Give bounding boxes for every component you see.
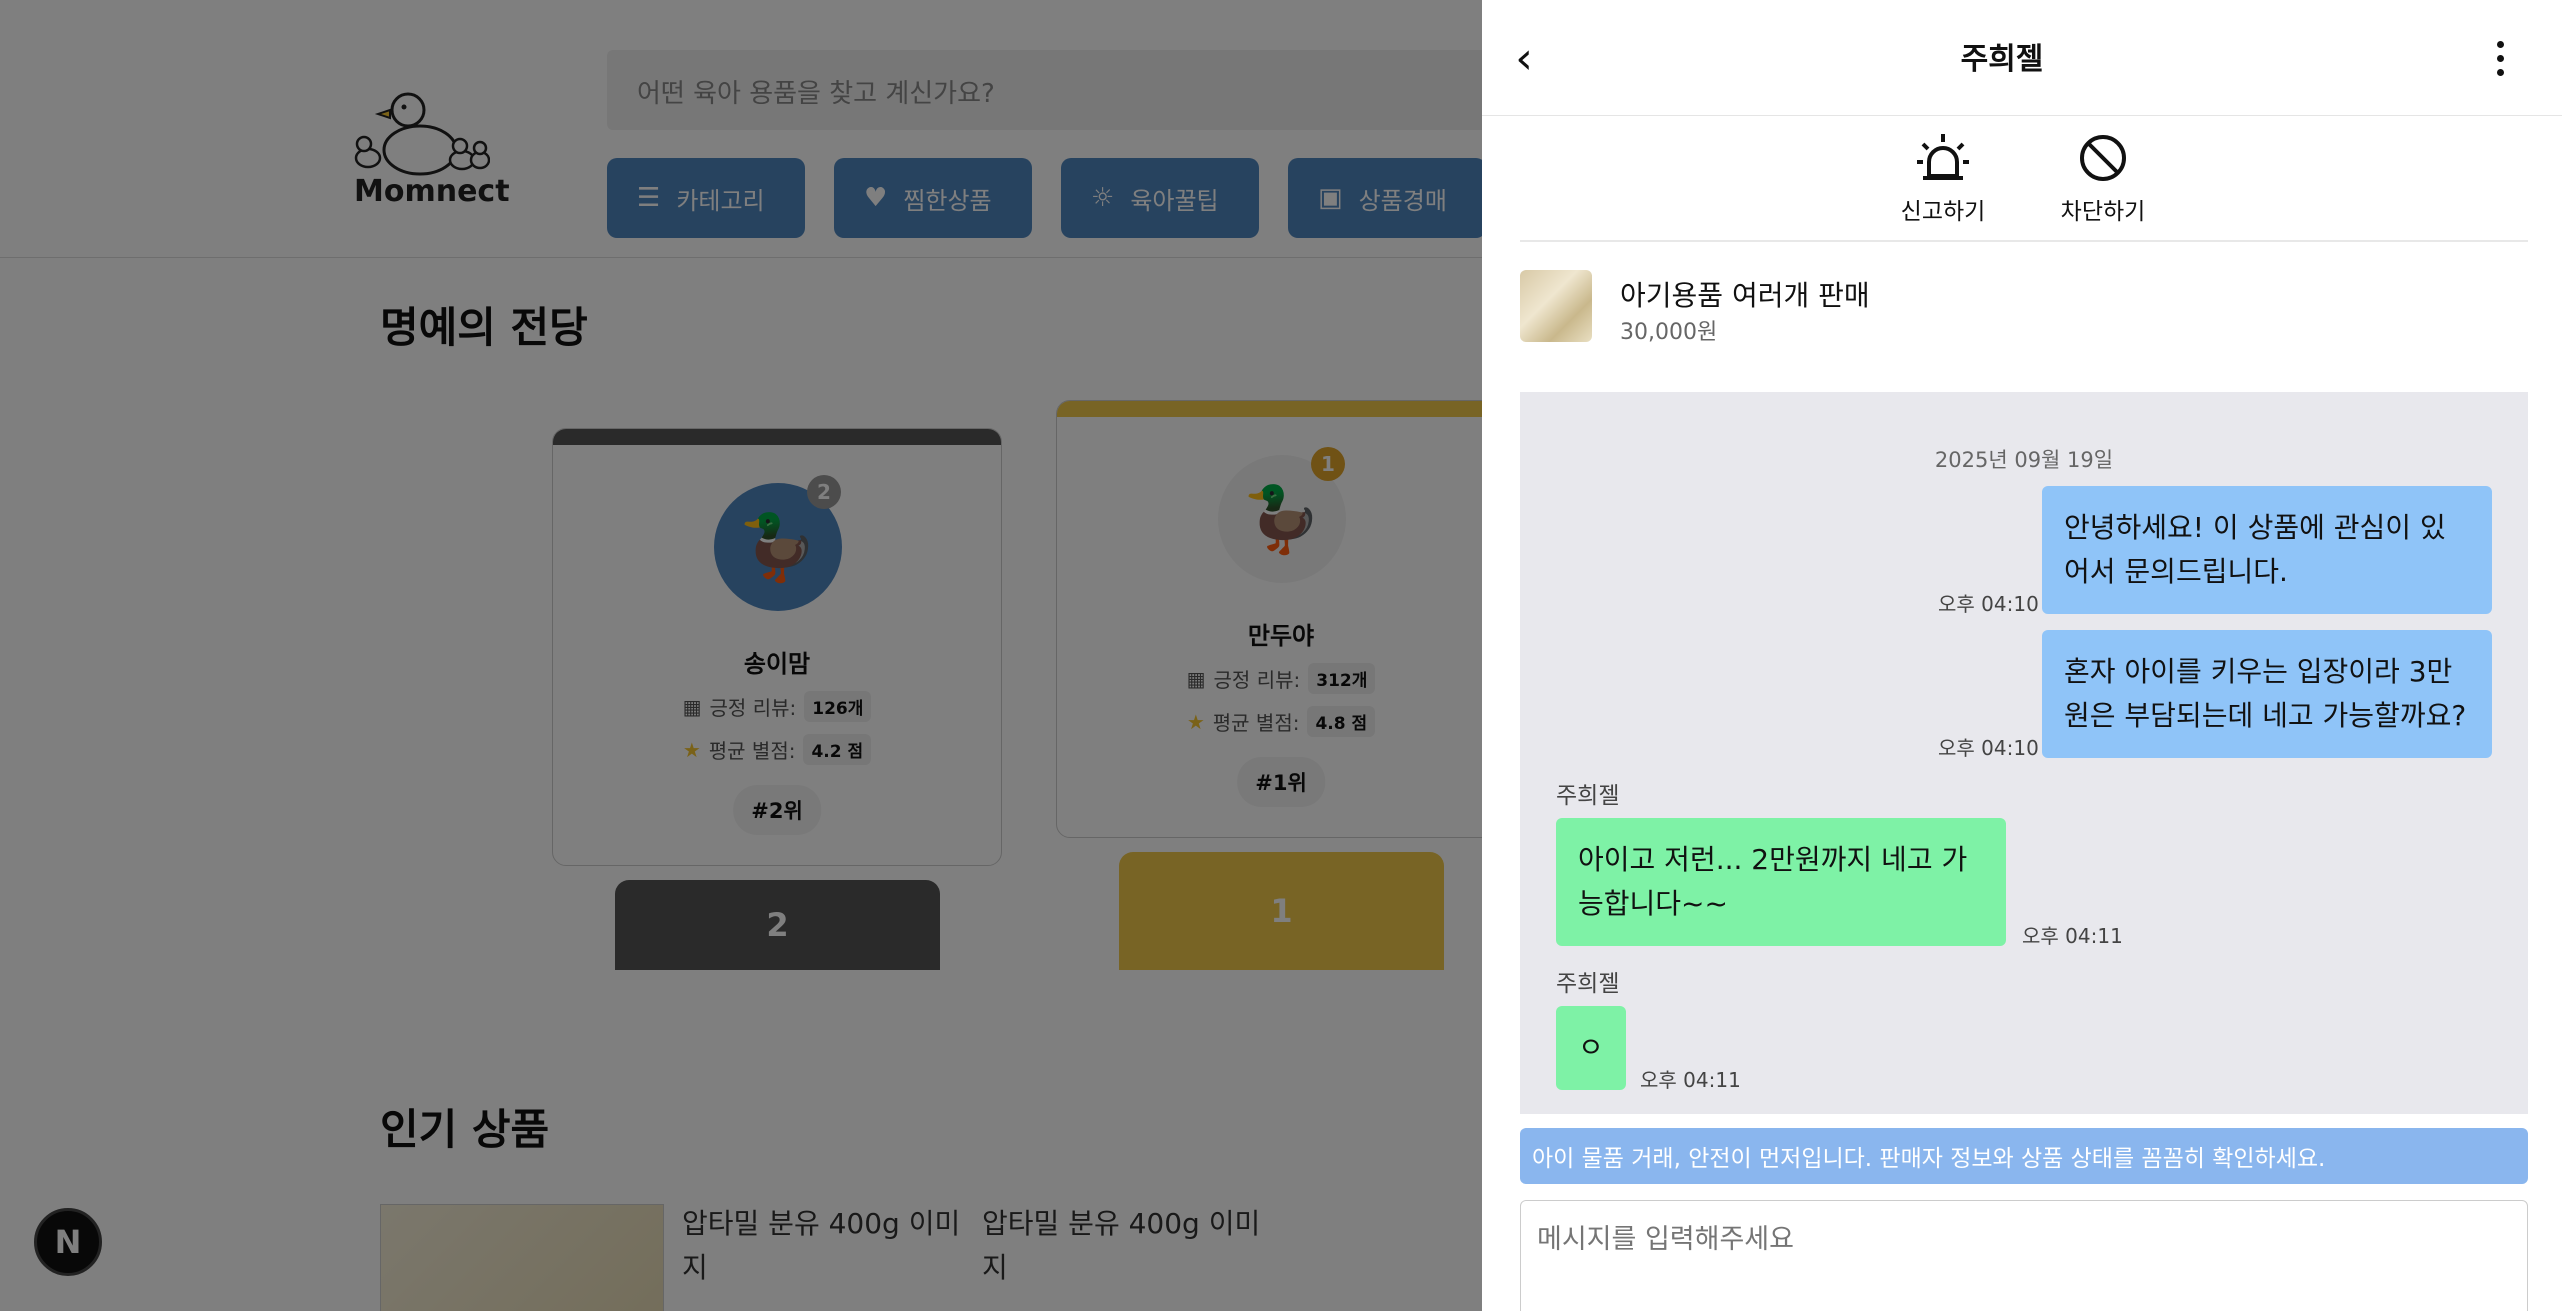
modal-backdrop[interactable]: [0, 0, 1482, 1311]
product-title[interactable]: 아기용품 여러개 판매: [1620, 274, 1870, 314]
siren-icon: [1917, 134, 1969, 180]
sender-name: 주희젤: [1556, 783, 1620, 809]
message-bubble-sent: 혼자 아이를 키우는 입장이라 3만원은 부담되는데 네고 가능할까요?: [2042, 630, 2492, 758]
message-bubble-received: 아이고 저런... 2만원까지 네고 가능합니다~~: [1556, 818, 2006, 946]
product-thumbnail[interactable]: [1520, 270, 1592, 342]
chat-title: 주희젤: [1960, 42, 2044, 77]
message-list[interactable]: 2025년 09월 19일 안녕하세요! 이 상품에 관심이 있어서 문의드립니…: [1520, 392, 2528, 1114]
more-options-icon[interactable]: [2476, 28, 2524, 88]
date-separator: 2025년 09월 19일: [1934, 448, 2114, 472]
safety-notice: 아이 물품 거래, 안전이 먼저입니다. 판매자 정보와 상품 상태를 꼼꼼히 …: [1520, 1128, 2528, 1184]
block-label: 차단하기: [2060, 199, 2146, 225]
chat-panel: ‹ 주희젤 신고하기 차단하기 아기용품 여러개 판매 30,000원 2025…: [1482, 0, 2562, 1311]
message-time: 오후 04:11: [1640, 1068, 1741, 1092]
sender-name: 주희젤: [1556, 971, 1620, 997]
message-time: 오후 04:11: [2022, 924, 2123, 948]
message-bubble-sent: 안녕하세요! 이 상품에 관심이 있어서 문의드립니다.: [2042, 486, 2492, 614]
divider: [1520, 240, 2528, 242]
chat-header: ‹ 주희젤: [1482, 0, 2562, 116]
block-icon: [2080, 135, 2126, 181]
block-button[interactable]: 차단하기: [2048, 132, 2158, 226]
message-time: 오후 04:10: [1938, 736, 2039, 760]
message-bubble-received: ㅇ: [1556, 1006, 1626, 1090]
report-label: 신고하기: [1900, 199, 1986, 225]
message-time: 오후 04:10: [1938, 592, 2039, 616]
message-input[interactable]: [1520, 1200, 2528, 1311]
product-price: 30,000원: [1620, 320, 1718, 345]
report-button[interactable]: 신고하기: [1888, 132, 1998, 226]
